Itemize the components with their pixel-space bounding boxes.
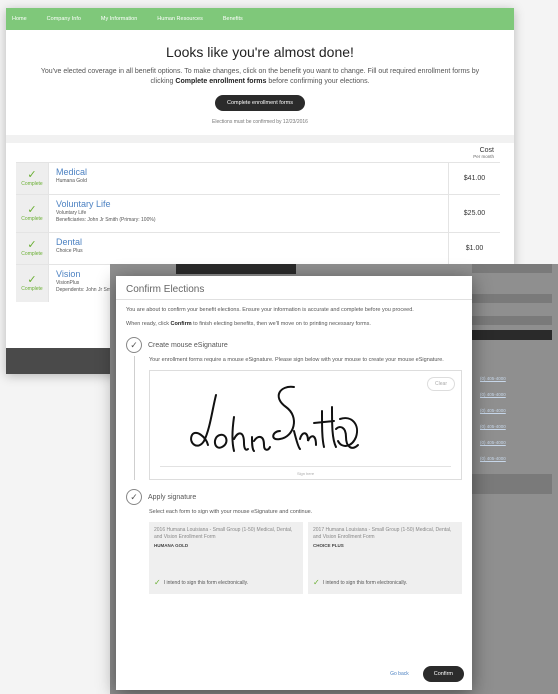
phone-link[interactable]: (0) 405-4000 [480,440,506,445]
signature-baseline [160,466,451,467]
check-icon: ✓ [27,274,37,286]
form-plan: CHOICE PLUS [313,543,344,548]
signature-pad[interactable]: Clear Sign here [149,370,462,480]
phone-link[interactable]: (0) 405-4000 [480,408,506,413]
confirm-elections-modal: Confirm Elections You are about to confi… [116,276,472,690]
sign-consent-checkbox[interactable]: ✓ I intend to sign this form electronica… [313,578,407,587]
benefit-cost: $41.00 [448,163,500,194]
completion-banner: Looks like you're almost done! You've el… [6,30,514,125]
step-desc: Your enrollment forms require a mouse eS… [149,357,444,363]
checkmark-icon: ✓ [154,578,161,587]
clear-signature-button[interactable]: Clear [427,377,455,391]
check-circle-icon: ✓ [126,337,142,353]
completion-description: You've elected coverage in all benefit o… [36,67,484,87]
step-body-signature: Your enrollment forms require a mouse eS… [134,356,462,480]
form-field [472,264,552,273]
nav-benefits[interactable]: Benefits [223,16,243,22]
phone-link[interactable]: (0) 405-4000 [480,392,506,397]
form-field [472,294,552,303]
form-highlight-bar [472,330,552,340]
top-navigation: Home Company Info My Information Human R… [6,8,514,30]
benefit-link-medical[interactable]: Medical [56,167,441,177]
signature-drawing [190,385,359,452]
sign-consent-checkbox[interactable]: ✓ I intend to sign this form electronica… [154,578,248,587]
modal-ready-note: When ready, click Confirm to finish elec… [126,320,462,328]
form-title: 2017 Humana Louisiana - Small Group (1-5… [313,527,452,540]
phone-link[interactable]: (0) 405-4000 [480,424,506,429]
modal-intro: You are about to confirm your benefit el… [126,307,414,313]
consent-label: I intend to sign this form electronicall… [322,579,408,586]
check-icon: ✓ [27,204,37,216]
nav-company-info[interactable]: Company Info [47,16,81,22]
cost-header-sub: Per month [473,154,494,159]
confirm-button[interactable]: Confirm [422,666,464,682]
benefit-row-voluntary-life: ✓ Complete Voluntary Life Voluntary Life… [16,194,500,232]
benefit-row-dental: ✓ Complete Dental Choice Plus $1.00 [16,232,500,264]
status-label: Complete [21,216,43,222]
modal-divider [116,299,472,300]
section-divider [6,135,514,143]
form-card[interactable]: 2017 Humana Louisiana - Small Group (1-5… [308,522,462,594]
complete-forms-button[interactable]: Complete enrollment forms [214,95,306,111]
cost-header-label: Cost [479,147,494,154]
status-cell: ✓ Complete [16,163,48,194]
form-field [472,474,552,494]
step-body-apply: Select each form to sign with your mouse… [134,508,462,594]
status-cell: ✓ Complete [16,265,48,302]
nav-home[interactable]: Home [12,16,27,22]
step-desc: Select each form to sign with your mouse… [149,509,313,515]
page-title: Looks like you're almost done! [166,44,354,60]
step-apply-signature: ✓ Apply signature [126,489,462,505]
ready-text: When ready, click [126,321,171,327]
benefit-cost: $1.00 [448,233,500,264]
ready-text-end: to finish electing benefits, then we'll … [191,321,371,327]
form-header-bar [176,264,296,274]
ready-bold: Confirm [170,321,192,327]
signature-caption: Sign here [296,471,315,476]
phone-link[interactable]: (0) 405-4000 [480,456,506,461]
step-title: Create mouse eSignature [148,341,228,349]
deadline-note: Elections must be confirmed by 12/23/201… [212,119,308,125]
beneficiaries: Beneficiaries: John Jr Smith (Primary: 1… [56,217,156,223]
plan-name: Voluntary Life [56,210,87,216]
status-label: Complete [21,251,43,257]
forms-list: 2016 Humana Louisiana - Small Group (1-5… [149,522,462,594]
check-circle-icon: ✓ [126,489,142,505]
modal-footer: Go back Confirm [116,666,472,682]
checkmark-icon: ✓ [313,578,320,587]
go-back-link[interactable]: Go back [390,671,409,677]
status-cell: ✓ Complete [16,233,48,264]
form-plan: HUMANA GOLD [154,543,189,548]
form-title: 2016 Humana Louisiana - Small Group (1-5… [154,527,293,540]
check-icon: ✓ [27,169,37,181]
consent-label: I intend to sign this form electronicall… [163,579,249,586]
benefit-row-medical: ✓ Complete Medical Humana Gold $41.00 [16,162,500,194]
check-icon: ✓ [27,239,37,251]
status-label: Complete [21,181,43,187]
benefit-info: Medical Humana Gold [48,163,448,194]
plan-name: Humana Gold [56,178,87,184]
nav-human-resources[interactable]: Human Resources [157,16,203,22]
form-field [472,316,552,325]
benefit-cost: $25.00 [448,195,500,232]
desc-text-end: before confirming your elections. [266,78,370,85]
desc-bold-text: Complete enrollment forms [175,78,267,85]
step-create-signature: ✓ Create mouse eSignature [126,337,462,353]
plan-name: Choice Plus [56,248,83,254]
benefit-info: Dental Choice Plus [48,233,448,264]
benefit-link-dental[interactable]: Dental [56,237,441,247]
form-card[interactable]: 2016 Humana Louisiana - Small Group (1-5… [149,522,303,594]
phone-link[interactable]: (0) 405-4000 [480,376,506,381]
step-title: Apply signature [148,493,197,501]
status-label: Complete [21,286,43,292]
nav-my-information[interactable]: My Information [101,16,137,22]
status-cell: ✓ Complete [16,195,48,232]
benefit-link-voluntary-life[interactable]: Voluntary Life [56,199,441,209]
benefit-info: Voluntary Life Voluntary Life Beneficiar… [48,195,448,232]
cost-header: Cost Per month [6,143,514,159]
modal-title: Confirm Elections [126,284,205,295]
